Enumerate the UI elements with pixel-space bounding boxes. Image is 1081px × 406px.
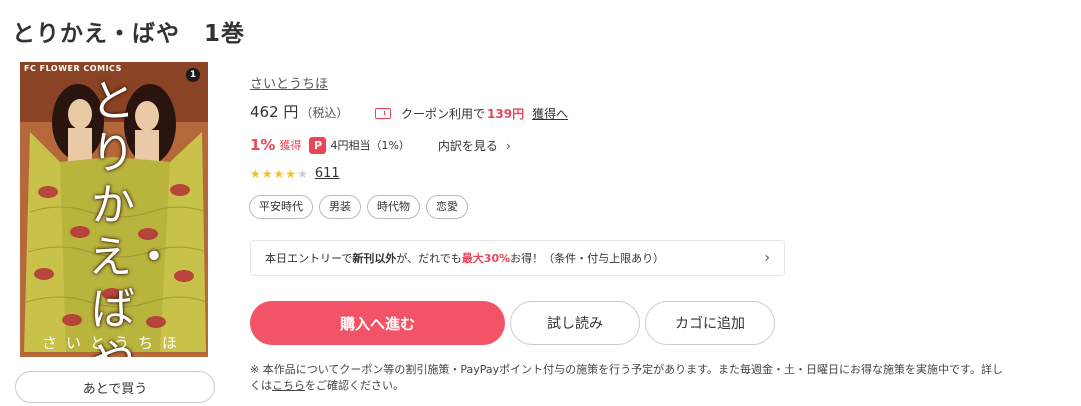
review-count-link[interactable]: 611 [315,166,340,181]
coupon-info: クーポン利用で 139円 獲得へ [375,105,568,122]
points-percent-label: 獲得 [279,139,302,152]
paypay-points-text: 4円相当（1%） [330,139,410,152]
purchase-button[interactable]: 購入へ進む [250,301,505,345]
campaign-banner[interactable]: 本日エントリーで 新刊以外 が、だれでも 最大30% お得！（条件・付与上限あり） › [250,240,785,276]
star-half-icon: ★ [285,166,298,181]
campaign-text-1: 本日エントリーで [265,252,353,265]
price-amount: 462 円 [250,103,299,121]
notice-line-2: くはこちらをご確認ください。 [250,378,1076,394]
star-empty-icon: ★ [297,166,309,181]
notice-line-2-suffix: をご確認ください。 [305,379,404,392]
add-to-cart-button[interactable]: カゴに追加 [645,301,775,345]
cover-author-text: さいとうちほ [41,334,186,352]
price-tax-label: （税込） [300,106,349,120]
tag-chip[interactable]: 恋愛 [426,195,468,219]
cover-title-text: とりかえ・ばや [88,76,176,357]
notice-line-2-prefix: くは [250,379,272,392]
chevron-right-icon: › [764,250,770,266]
points-info: 1% 獲得 P 4円相当（1%） 内訳を見る › [250,136,511,154]
tag-list: 平安時代 男装 時代物 恋愛 [249,195,468,219]
page-title: とりかえ・ばや 1巻 [12,21,246,47]
rating: ★★★★★ 611 [250,166,340,181]
cover-brand-logo: FC FLOWER COMICS [24,64,122,73]
book-cover-image[interactable]: FC FLOWER COMICS 1 とりかえ・ばや さいとうちほ [20,62,208,357]
coupon-label: クーポン利用で [401,107,486,121]
notice-here-link[interactable]: こちら [272,379,305,392]
notice-line-1: ※ 本作品についてクーポン等の割引施策・PayPayポイント付与の施策を行う予定… [250,363,1003,376]
coupon-icon [375,108,391,119]
points-detail-label: 内訳を見る [437,138,498,153]
author-link[interactable]: さいとうちほ [250,73,328,92]
campaign-text-5: お得！（条件・付与上限あり） [510,252,665,265]
tag-chip[interactable]: 男装 [319,195,361,219]
chevron-right-icon: › [505,138,511,153]
tag-chip[interactable]: 平安時代 [249,195,313,219]
buy-later-button[interactable]: あとで買う [15,371,215,403]
notice-text: ※ 本作品についてクーポン等の割引施策・PayPayポイント付与の施策を行う予定… [250,362,1076,394]
campaign-text-2: 新刊以外 [352,252,397,265]
tag-chip[interactable]: 時代物 [367,195,420,219]
points-detail-link[interactable]: 内訳を見る › [438,137,511,154]
cover-volume-badge: 1 [186,68,200,82]
trial-read-button[interactable]: 試し読み [510,301,640,345]
star-icon: ★ [250,166,262,181]
campaign-highlight: 最大30% [461,252,511,265]
campaign-text-3: が、だれでも [396,252,462,265]
coupon-price: 139円 [487,107,525,121]
price: 462 円（税込） [250,101,348,122]
coupon-get-link[interactable]: 獲得へ [532,105,568,122]
star-icon: ★ [273,166,286,181]
star-icon: ★ [261,166,274,181]
points-percent: 1% [250,136,276,154]
paypay-icon: P [309,136,327,154]
star-rating: ★★★★★ [250,167,309,181]
